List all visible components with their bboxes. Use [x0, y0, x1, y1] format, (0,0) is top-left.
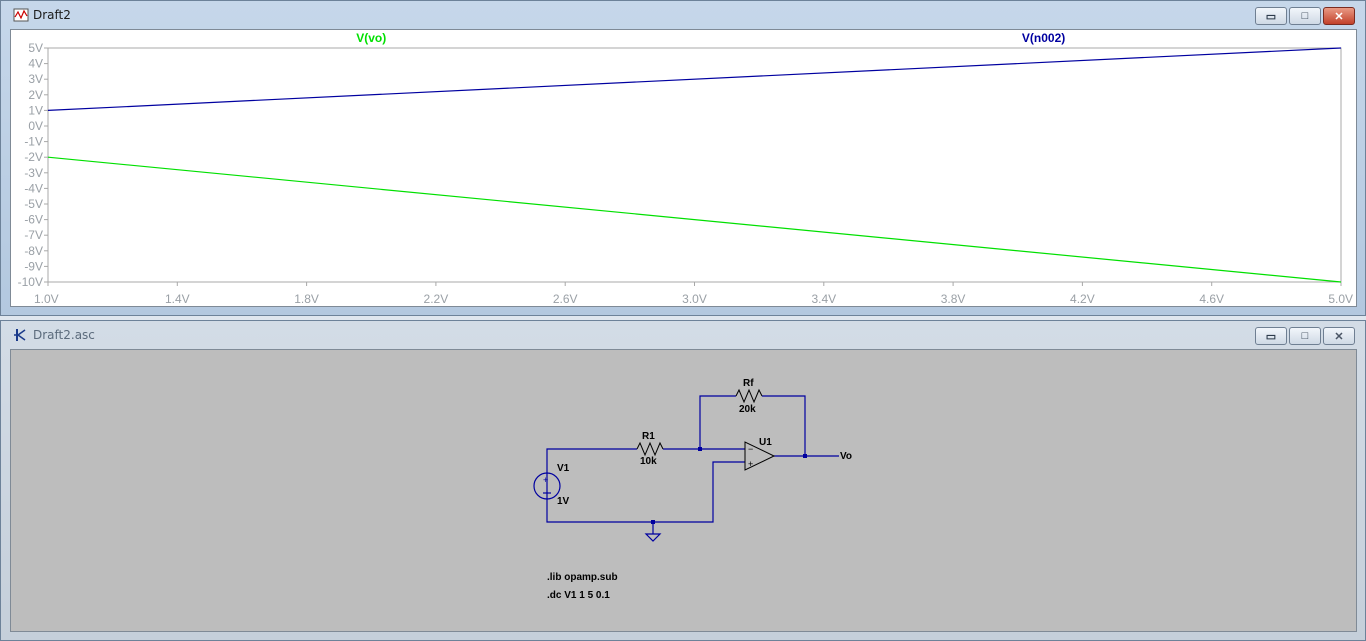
x-tick-label: 1.8V [294, 292, 319, 306]
ground-icon[interactable] [644, 533, 662, 542]
v1-name-label[interactable]: V1 [557, 463, 570, 474]
schematic-icon [14, 329, 26, 341]
x-tick-label: 3.4V [811, 292, 836, 306]
minimize-button[interactable]: ▭ [1255, 7, 1287, 25]
trace-label-vvo[interactable]: V(vo) [356, 31, 386, 45]
y-tick-label: -7V [24, 228, 43, 242]
y-tick-label: -8V [24, 244, 43, 258]
y-tick-label: -3V [24, 166, 43, 180]
y-tick-label: -6V [24, 213, 43, 227]
schematic-titlebar[interactable]: Draft2.asc ▭ □ ✕ [1, 321, 1365, 349]
waveform-chart[interactable]: 5V 4V3V 2V1V 0V -1V-2V -3V-4V -5V -6V-7V -8V-9V -… [11, 30, 1358, 308]
maximize-button[interactable]: □ [1289, 327, 1321, 345]
x-tick-label: 2.2V [424, 292, 449, 306]
close-icon: ✕ [1334, 10, 1344, 23]
y-tick-label: -4V [24, 181, 43, 195]
close-button[interactable]: ✕ [1323, 327, 1355, 345]
y-tick-label: -5V [24, 197, 43, 211]
y-tick-label: 3V [28, 72, 43, 86]
junction-dot [698, 447, 702, 451]
minimize-button[interactable]: ▭ [1255, 327, 1287, 345]
x-tick-label: 3.0V [682, 292, 707, 306]
svg-text:+: + [543, 475, 548, 485]
opamp-inverting-mark: − [748, 444, 753, 454]
maximize-icon: □ [1301, 10, 1309, 22]
spice-directive-lib[interactable]: .lib opamp.sub [547, 572, 618, 583]
close-icon: ✕ [1334, 330, 1344, 343]
r1-value-label[interactable]: 10k [640, 456, 657, 467]
plot-frame [47, 47, 1342, 283]
resistor-r1-symbol[interactable] [636, 441, 664, 457]
x-tick-label: 3.8V [941, 292, 966, 306]
maximize-icon: □ [1301, 330, 1309, 342]
spice-directive-dc[interactable]: .dc V1 1 5 0.1 [547, 590, 610, 601]
schematic-window: Draft2.asc ▭ □ ✕ − + + R1 10k Rf 20k U1 … [0, 320, 1366, 641]
trace-label-vn002[interactable]: V(n002) [1022, 31, 1065, 45]
plot-pane[interactable]: 5V 4V 3V 2V 1V 0V -1V -2V -3V -4V -5V -6V -7V -8V -9V -… [10, 29, 1357, 307]
opamp-noninverting-mark: + [748, 459, 753, 469]
net-label-vo[interactable]: Vo [840, 451, 852, 462]
y-tick-label: 2V [28, 88, 43, 102]
v1-value-label[interactable]: 1V [557, 496, 570, 507]
rf-name-label[interactable]: Rf [743, 378, 754, 389]
schematic-drawing[interactable]: − + + R1 10k Rf 20k U1 V1 1V Vo .lib opa… [11, 350, 1358, 633]
y-tick-label: 4V [28, 57, 43, 71]
minimize-icon: ▭ [1265, 330, 1277, 343]
y-tick-label: -9V [24, 259, 43, 273]
x-tick-label: 2.6V [553, 292, 578, 306]
junction-dot [803, 454, 807, 458]
resistor-rf-symbol[interactable] [735, 388, 763, 404]
x-tick-label: 4.2V [1070, 292, 1095, 306]
x-tick-label: 1.4V [165, 292, 190, 306]
junction-dot [651, 520, 655, 524]
r1-name-label[interactable]: R1 [642, 431, 655, 442]
close-button[interactable]: ✕ [1323, 7, 1355, 25]
minimize-icon: ▭ [1265, 10, 1277, 23]
y-tick-label: 1V [28, 103, 43, 117]
plot-window: Draft2 ▭ □ ✕ 5V 4V 3V 2V 1V 0V -1V -2V -3V -4V -5V… [0, 0, 1366, 316]
x-tick-label: 5.0V [1328, 292, 1353, 306]
wire[interactable] [546, 448, 637, 499]
x-tick-label: 1.0V [34, 292, 59, 306]
schematic-canvas[interactable]: − + + R1 10k Rf 20k U1 V1 1V Vo .lib opa… [10, 349, 1357, 632]
y-tick-label: -2V [24, 150, 43, 164]
wire[interactable] [546, 461, 745, 523]
y-tick-label: 0V [28, 119, 43, 133]
y-tick-label: -1V [24, 135, 43, 149]
trace-vvo[interactable] [47, 156, 1342, 283]
u1-name-label[interactable]: U1 [759, 437, 772, 448]
maximize-button[interactable]: □ [1289, 7, 1321, 25]
x-tick-label: 4.6V [1199, 292, 1224, 306]
wire[interactable] [699, 395, 736, 449]
waveform-icon [13, 8, 29, 22]
y-tick-label: -10V [18, 275, 43, 289]
rf-value-label[interactable]: 20k [739, 404, 756, 415]
y-tick-label: 5V [28, 41, 43, 55]
plot-titlebar[interactable]: Draft2 ▭ □ ✕ [1, 1, 1365, 29]
plot-window-title: Draft2 [33, 8, 71, 22]
trace-vn002[interactable] [47, 47, 1342, 111]
schematic-window-title: Draft2.asc [33, 328, 95, 342]
